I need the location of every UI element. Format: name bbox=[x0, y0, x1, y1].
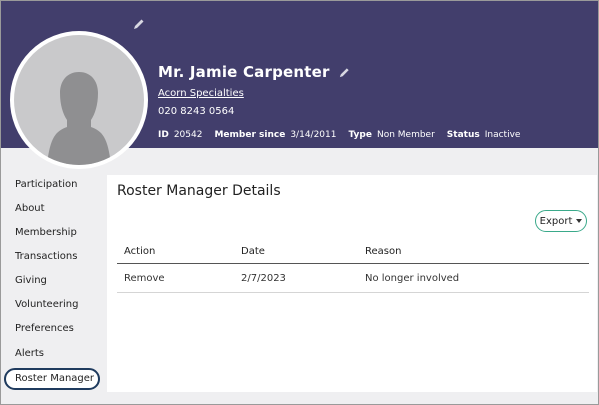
panel-title: Roster Manager Details bbox=[117, 183, 281, 199]
organization-link[interactable]: Acorn Specialties bbox=[158, 88, 244, 99]
id-value: 20542 bbox=[173, 130, 203, 140]
sidebar-item-volunteering[interactable]: Volunteering bbox=[4, 294, 100, 316]
avatar[interactable] bbox=[10, 31, 148, 169]
sidebar-item-membership[interactable]: Membership bbox=[4, 222, 100, 244]
cell-action: Remove bbox=[124, 272, 165, 284]
cell-reason: No longer involved bbox=[365, 272, 460, 284]
table-row[interactable]: Remove 2/7/2023 No longer involved bbox=[117, 264, 589, 293]
table-header: Action Date Reason bbox=[117, 239, 589, 264]
id-label: ID bbox=[158, 130, 169, 140]
status-value: Inactive bbox=[484, 130, 521, 140]
member-since-value: 3/14/2011 bbox=[290, 130, 337, 140]
column-header-date[interactable]: Date bbox=[241, 246, 365, 257]
member-since-label: Member since bbox=[214, 130, 286, 140]
type-value: Non Member bbox=[376, 130, 435, 140]
phone-number: 020 8243 0564 bbox=[158, 106, 235, 117]
sidebar-item-about[interactable]: About bbox=[4, 198, 100, 220]
profile-meta: ID 20542 Member since 3/14/2011 Type Non… bbox=[158, 130, 532, 140]
type-label: Type bbox=[348, 130, 372, 140]
column-header-reason[interactable]: Reason bbox=[365, 246, 589, 257]
sidebar-item-participation[interactable]: Participation bbox=[4, 174, 100, 196]
roster-table: Action Date Reason Remove 2/7/2023 No lo… bbox=[117, 239, 589, 293]
export-button[interactable]: Export bbox=[535, 210, 587, 232]
constituent-name: Mr. Jamie Carpenter bbox=[158, 63, 330, 81]
person-silhouette-icon bbox=[47, 72, 111, 165]
edit-name-pencil-icon[interactable] bbox=[338, 66, 351, 79]
cell-date: 2/7/2023 bbox=[241, 272, 286, 284]
name-row: Mr. Jamie Carpenter bbox=[158, 63, 351, 81]
column-header-action[interactable]: Action bbox=[117, 246, 241, 257]
constituent-record-page: Mr. Jamie Carpenter Acorn Specialties 02… bbox=[0, 0, 599, 405]
edit-photo-pencil-icon[interactable] bbox=[132, 17, 146, 31]
status-label: Status bbox=[446, 130, 480, 140]
sidebar-item-preferences[interactable]: Preferences bbox=[4, 318, 100, 340]
caret-down-icon bbox=[576, 219, 583, 223]
profile-header: Mr. Jamie Carpenter Acorn Specialties 02… bbox=[1, 1, 598, 169]
export-button-label: Export bbox=[539, 215, 573, 227]
sidebar-item-alerts[interactable]: Alerts bbox=[4, 343, 100, 365]
sidebar-item-roster-manager[interactable]: Roster Manager bbox=[4, 368, 100, 390]
roster-manager-panel: Roster Manager Details Export Action Dat… bbox=[107, 175, 597, 392]
sidebar-item-giving[interactable]: Giving bbox=[4, 270, 100, 292]
sidebar-item-transactions[interactable]: Transactions bbox=[4, 246, 100, 268]
